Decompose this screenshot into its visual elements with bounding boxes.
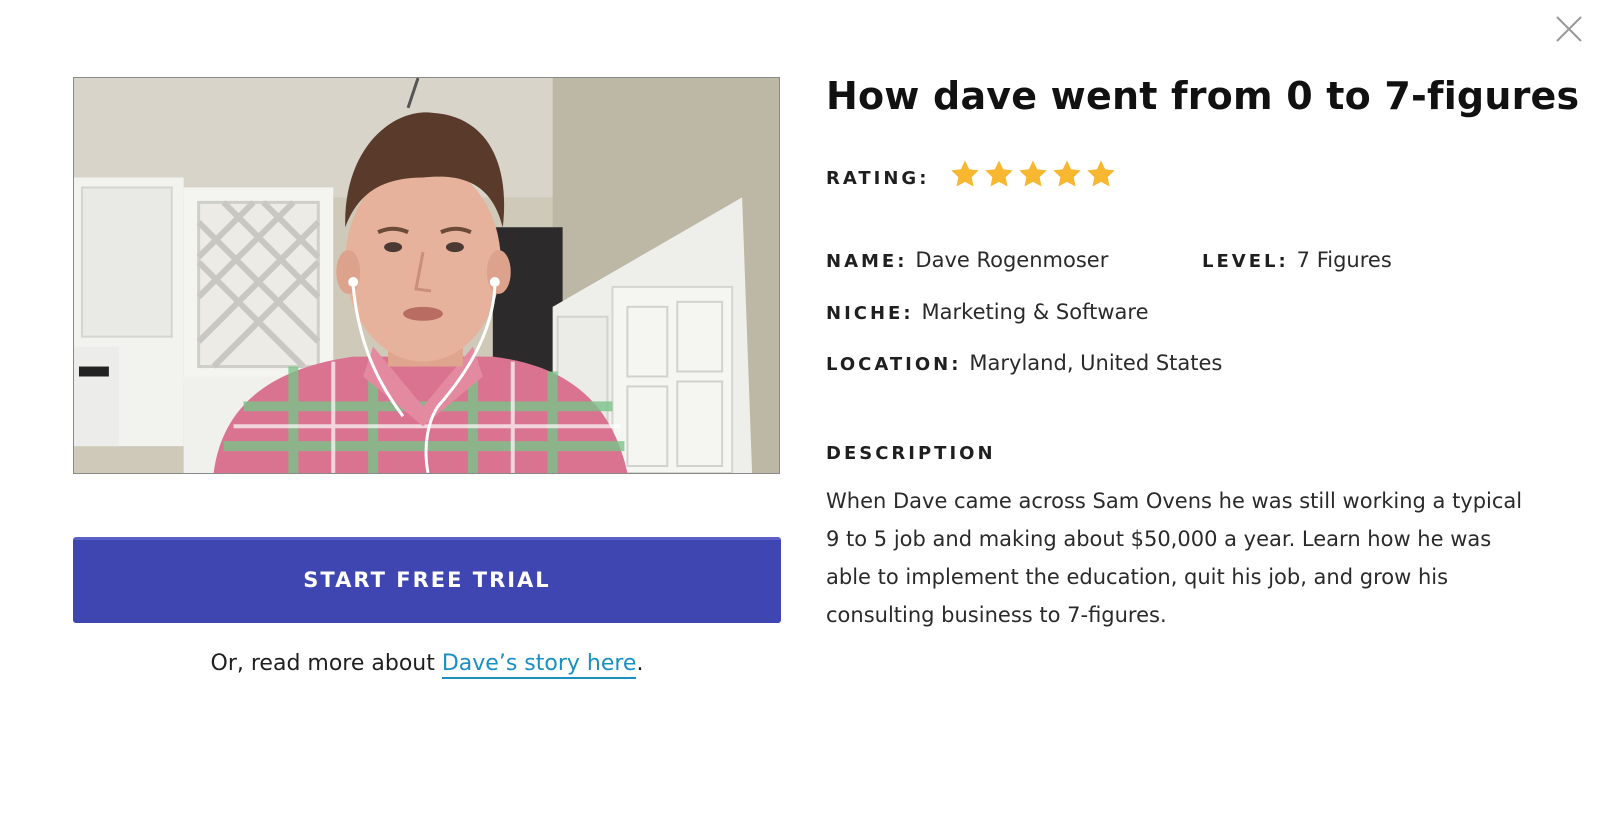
star-icon [983, 158, 1015, 190]
niche-field: NICHE: Marketing & Software [826, 300, 1149, 324]
video-player[interactable] [73, 77, 780, 474]
rating-label: RATING: [826, 167, 930, 189]
video-thumbnail [74, 78, 779, 473]
close-button[interactable] [1554, 14, 1584, 44]
page-title: How dave went from 0 to 7-figures [826, 74, 1580, 118]
star-icon [1017, 158, 1049, 190]
niche-value: Marketing & Software [921, 300, 1149, 324]
story-link[interactable]: Dave’s story here [441, 651, 637, 679]
level-field: LEVEL: 7 Figures [1202, 248, 1392, 272]
location-value: Maryland, United States [969, 351, 1223, 375]
read-more-text: Or, read more about Dave’s story here. [73, 651, 781, 679]
niche-label: NICHE: [826, 303, 914, 324]
name-value: Dave Rogenmoser [915, 248, 1109, 272]
name-label: NAME: [826, 251, 908, 272]
description-heading: DESCRIPTION [826, 443, 996, 464]
description-text: When Dave came across Sam Ovens he was s… [826, 489, 1523, 627]
rating-row: RATING: [826, 160, 1119, 190]
read-more-prefix: Or, read more about [210, 651, 442, 676]
story-modal: START FREE TRIAL Or, read more about Dav… [0, 0, 1600, 814]
level-label: LEVEL: [1202, 251, 1289, 272]
name-field: NAME: Dave Rogenmoser [826, 248, 1108, 272]
rating-stars [949, 158, 1119, 190]
read-more-suffix: . [636, 651, 644, 676]
close-icon [1556, 16, 1582, 42]
star-icon [1085, 158, 1117, 190]
location-field: LOCATION: Maryland, United States [826, 351, 1222, 375]
star-icon [949, 158, 981, 190]
location-label: LOCATION: [826, 354, 962, 375]
start-free-trial-button[interactable]: START FREE TRIAL [73, 537, 781, 623]
star-icon [1051, 158, 1083, 190]
level-value: 7 Figures [1296, 248, 1392, 272]
